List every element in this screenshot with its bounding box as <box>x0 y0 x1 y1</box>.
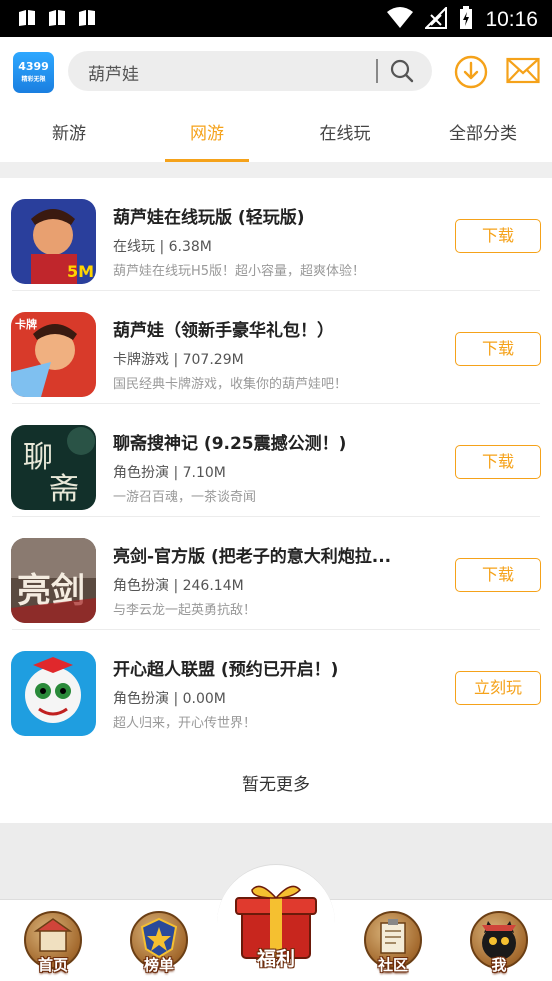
download-button[interactable]: 下载 <box>455 558 541 592</box>
game-name: 葫芦娃在线玩版 (轻玩版) <box>113 208 305 228</box>
game-name: 聊斋搜神记 (9.25震撼公测！) <box>113 434 347 454</box>
game-description: 一游召百魂，一茶谈奇闻 <box>113 490 257 505</box>
notification-icon <box>78 9 96 27</box>
game-name: 亮剑-官方版 (把老子的意大利炮拉... <box>113 547 392 567</box>
notification-icon <box>48 9 66 27</box>
game-description: 超人归来，开心传世界！ <box>113 716 257 731</box>
notification-icon <box>18 9 36 27</box>
logo-text: 4399 <box>18 60 49 73</box>
app-logo[interactable]: 4399 精彩无限 <box>13 52 54 93</box>
tab-play-online[interactable]: 在线玩 <box>276 107 414 162</box>
svg-text:聊: 聊 <box>23 440 53 475</box>
list-item[interactable]: 5M 葫芦娃在线玩版 (轻玩版) 在线玩 | 6.38M 葫芦娃在线玩H5版！超… <box>0 178 552 291</box>
list-item[interactable]: 聊斋 聊斋搜神记 (9.25震撼公测！) 角色扮演 | 7.10M 一游召百魂，… <box>0 404 552 517</box>
game-meta: 角色扮演 | 246.14M <box>113 578 244 594</box>
game-icon-liaozhai[interactable]: 聊斋 <box>11 425 96 510</box>
download-button[interactable]: 下载 <box>455 219 541 253</box>
mail-icon[interactable] <box>506 57 540 87</box>
logo-subtext: 精彩无限 <box>21 76 46 83</box>
list-item[interactable]: 开心超人联盟 (预约已开启！) 角色扮演 | 0.00M 超人归来，开心传世界！… <box>0 630 552 743</box>
no-more-text: 暂无更多 <box>242 775 310 795</box>
notification-icons <box>18 9 96 27</box>
nav-community[interactable]: 社区 <box>363 911 423 974</box>
game-icon-liangjian[interactable]: 亮剑 <box>11 538 96 623</box>
svg-text:卡牌: 卡牌 <box>15 317 37 331</box>
battery-charging-icon <box>459 6 473 34</box>
nav-label: 榜单 <box>143 956 174 974</box>
search-divider <box>376 59 378 83</box>
app-header: 4399 精彩无限 葫芦娃 <box>0 37 552 107</box>
game-meta: 在线玩 | 6.38M <box>113 239 212 255</box>
download-icon[interactable] <box>454 55 488 89</box>
game-name: 开心超人联盟 (预约已开启！) <box>113 660 339 680</box>
download-button[interactable]: 下载 <box>455 332 541 366</box>
game-icon-huluwa[interactable]: 卡牌 <box>11 312 96 397</box>
category-tabs: 新游 网游 在线玩 全部分类 <box>0 107 552 162</box>
game-meta: 角色扮演 | 0.00M <box>113 691 226 707</box>
status-bar: 10:16 <box>0 0 552 37</box>
download-button[interactable]: 下载 <box>455 445 541 479</box>
game-description: 与李云龙一起英勇抗敌！ <box>113 603 257 618</box>
list-item[interactable]: 卡牌 葫芦娃（领新手豪华礼包！） 卡牌游戏 | 707.29M 国民经典卡牌游戏… <box>0 291 552 404</box>
tab-new-games[interactable]: 新游 <box>0 107 138 162</box>
game-meta: 卡牌游戏 | 707.29M <box>113 352 244 368</box>
search-input[interactable]: 葫芦娃 <box>68 51 432 91</box>
tab-all-categories[interactable]: 全部分类 <box>414 107 552 162</box>
play-now-button[interactable]: 立刻玩 <box>455 671 541 705</box>
game-icon-huluwa-lite[interactable]: 5M <box>11 199 96 284</box>
game-icon-happy-superman[interactable] <box>11 651 96 736</box>
game-name: 葫芦娃（领新手豪华礼包！） <box>113 321 334 341</box>
game-description: 葫芦娃在线玩H5版！超小容量，超爽体验！ <box>113 264 366 279</box>
svg-text:5M: 5M <box>67 262 94 281</box>
search-icon[interactable] <box>390 59 414 83</box>
list-item[interactable]: 亮剑 亮剑-官方版 (把老子的意大利炮拉... 角色扮演 | 246.14M 与… <box>0 517 552 630</box>
game-meta: 角色扮演 | 7.10M <box>113 465 226 481</box>
search-placeholder: 葫芦娃 <box>88 65 139 85</box>
nav-label: 社区 <box>377 956 408 974</box>
game-description: 国民经典卡牌游戏，收集你的葫芦娃吧！ <box>113 377 348 392</box>
section-divider <box>0 162 552 178</box>
nav-ranking[interactable]: 榜单 <box>129 911 189 974</box>
svg-text:斋: 斋 <box>49 472 79 507</box>
wifi-icon <box>387 7 414 33</box>
status-time: 10:16 <box>485 8 538 31</box>
signal-icon <box>424 5 448 33</box>
nav-profile[interactable]: 我 <box>469 911 529 974</box>
tab-online-games[interactable]: 网游 <box>138 107 276 162</box>
nav-home[interactable]: 首页 <box>23 911 83 974</box>
nav-label-welfare[interactable]: 福利 <box>232 944 320 971</box>
nav-label: 我 <box>491 956 507 974</box>
nav-label: 首页 <box>37 956 68 974</box>
